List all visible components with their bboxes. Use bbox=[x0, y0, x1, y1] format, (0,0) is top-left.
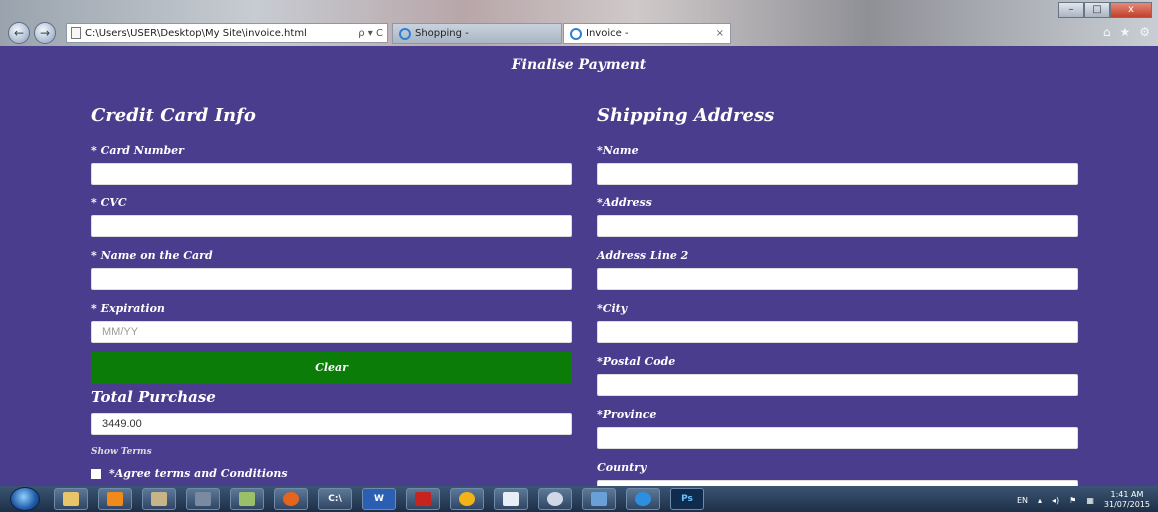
total-purchase-input[interactable] bbox=[91, 413, 572, 435]
system-tray: EN ▴ ◂) ⚑ ▦ 1:41 AM 31/07/2015 bbox=[1017, 490, 1150, 510]
tab-shopping[interactable]: Shopping - bbox=[392, 23, 562, 44]
volume-icon[interactable]: ◂) bbox=[1052, 496, 1059, 505]
cvc-input[interactable] bbox=[91, 215, 572, 237]
address-label: *Address bbox=[597, 196, 652, 209]
page-icon bbox=[71, 27, 81, 39]
city-label: *City bbox=[597, 302, 628, 315]
address-url: C:\Users\USER\Desktop\My Site\invoice.ht… bbox=[85, 27, 307, 39]
postal-code-label: *Postal Code bbox=[597, 355, 676, 368]
photoshop-icon[interactable]: Ps bbox=[670, 488, 704, 510]
file-explorer-icon[interactable] bbox=[54, 488, 88, 510]
total-purchase-heading: Total Purchase bbox=[91, 388, 216, 406]
favorites-icon[interactable]: ★ bbox=[1119, 25, 1130, 39]
browser-toolbar-icons: ⌂ ★ ⚙ bbox=[1103, 25, 1150, 39]
clear-button[interactable]: Clear bbox=[91, 352, 572, 384]
province-input[interactable] bbox=[597, 427, 1078, 449]
clock-date: 31/07/2015 bbox=[1103, 500, 1150, 509]
tab-invoice[interactable]: Invoice - × bbox=[563, 23, 731, 44]
back-button[interactable]: ← bbox=[8, 22, 30, 44]
credit-card-heading: Credit Card Info bbox=[91, 105, 256, 126]
app-icon[interactable] bbox=[186, 488, 220, 510]
windows-taskbar: C:\ W Ps EN ▴ ◂) ⚑ ▦ 1:41 AM 31/07/2015 bbox=[0, 486, 1158, 512]
tab-label: Invoice - bbox=[586, 28, 629, 39]
agree-terms-row[interactable]: *Agree terms and Conditions bbox=[91, 467, 288, 480]
notepad-icon[interactable] bbox=[230, 488, 264, 510]
address-line2-input[interactable] bbox=[597, 268, 1078, 290]
address-input[interactable] bbox=[597, 215, 1078, 237]
chrome-icon[interactable] bbox=[450, 488, 484, 510]
tab-label: Shopping - bbox=[415, 28, 469, 39]
files-icon[interactable] bbox=[582, 488, 616, 510]
expiration-input[interactable] bbox=[91, 321, 572, 343]
app2-icon[interactable] bbox=[494, 488, 528, 510]
home-icon[interactable]: ⌂ bbox=[1103, 25, 1111, 39]
tab-close-icon[interactable]: × bbox=[716, 28, 724, 39]
window-controls: – □ x bbox=[1058, 2, 1152, 18]
tray-arrow-icon[interactable]: ▴ bbox=[1038, 496, 1042, 505]
agree-terms-checkbox[interactable] bbox=[91, 468, 101, 479]
name-on-card-label: * Name on the Card bbox=[91, 249, 213, 262]
settings-gear-icon[interactable]: ⚙ bbox=[1139, 25, 1150, 39]
forward-button[interactable]: → bbox=[34, 22, 56, 44]
maximize-button[interactable]: □ bbox=[1084, 2, 1110, 18]
language-indicator[interactable]: EN bbox=[1017, 496, 1028, 505]
shipping-heading: Shipping Address bbox=[597, 105, 775, 126]
address-line2-label: Address Line 2 bbox=[597, 249, 689, 262]
show-terms-link[interactable]: Show Terms bbox=[91, 447, 152, 457]
card-number-label: * Card Number bbox=[91, 144, 184, 157]
province-label: *Province bbox=[597, 408, 657, 421]
agree-terms-label: *Agree terms and Conditions bbox=[109, 467, 288, 480]
search-refresh-controls[interactable]: ρ ▾ C bbox=[358, 28, 383, 39]
acrobat-icon[interactable] bbox=[406, 488, 440, 510]
cvc-label: * CVC bbox=[91, 196, 127, 209]
expiration-label: * Expiration bbox=[91, 302, 165, 315]
postal-code-input[interactable] bbox=[597, 374, 1078, 396]
network-icon[interactable]: ▦ bbox=[1086, 496, 1094, 505]
scanner-icon[interactable] bbox=[142, 488, 176, 510]
shipping-name-label: *Name bbox=[597, 144, 639, 157]
name-on-card-input[interactable] bbox=[91, 268, 572, 290]
close-window-button[interactable]: x bbox=[1110, 2, 1152, 18]
payment-page: Finalise Payment Credit Card Info * Card… bbox=[0, 46, 1158, 488]
clock[interactable]: 1:41 AM 31/07/2015 bbox=[1104, 490, 1150, 510]
address-bar[interactable]: C:\Users\USER\Desktop\My Site\invoice.ht… bbox=[66, 23, 388, 43]
ie-icon bbox=[570, 27, 582, 40]
shipping-name-input[interactable] bbox=[597, 163, 1078, 185]
firefox-icon[interactable] bbox=[274, 488, 308, 510]
minimize-button[interactable]: – bbox=[1058, 2, 1084, 18]
card-number-input[interactable] bbox=[91, 163, 572, 185]
start-button[interactable] bbox=[10, 487, 40, 511]
ie-icon bbox=[399, 27, 411, 40]
word-icon[interactable]: W bbox=[362, 488, 396, 510]
taskbar-icons: C:\ W Ps bbox=[54, 488, 704, 510]
country-label: Country bbox=[597, 461, 647, 474]
paint-icon[interactable] bbox=[538, 488, 572, 510]
command-prompt-icon[interactable]: C:\ bbox=[318, 488, 352, 510]
clock-time: 1:41 AM bbox=[1110, 490, 1144, 499]
media-player-icon[interactable] bbox=[98, 488, 132, 510]
page-title: Finalise Payment bbox=[511, 57, 647, 73]
internet-explorer-icon[interactable] bbox=[626, 488, 660, 510]
browser-chrome: – □ x ← → C:\Users\USER\Desktop\My Site\… bbox=[0, 0, 1158, 46]
city-input[interactable] bbox=[597, 321, 1078, 343]
flag-icon[interactable]: ⚑ bbox=[1069, 496, 1076, 505]
